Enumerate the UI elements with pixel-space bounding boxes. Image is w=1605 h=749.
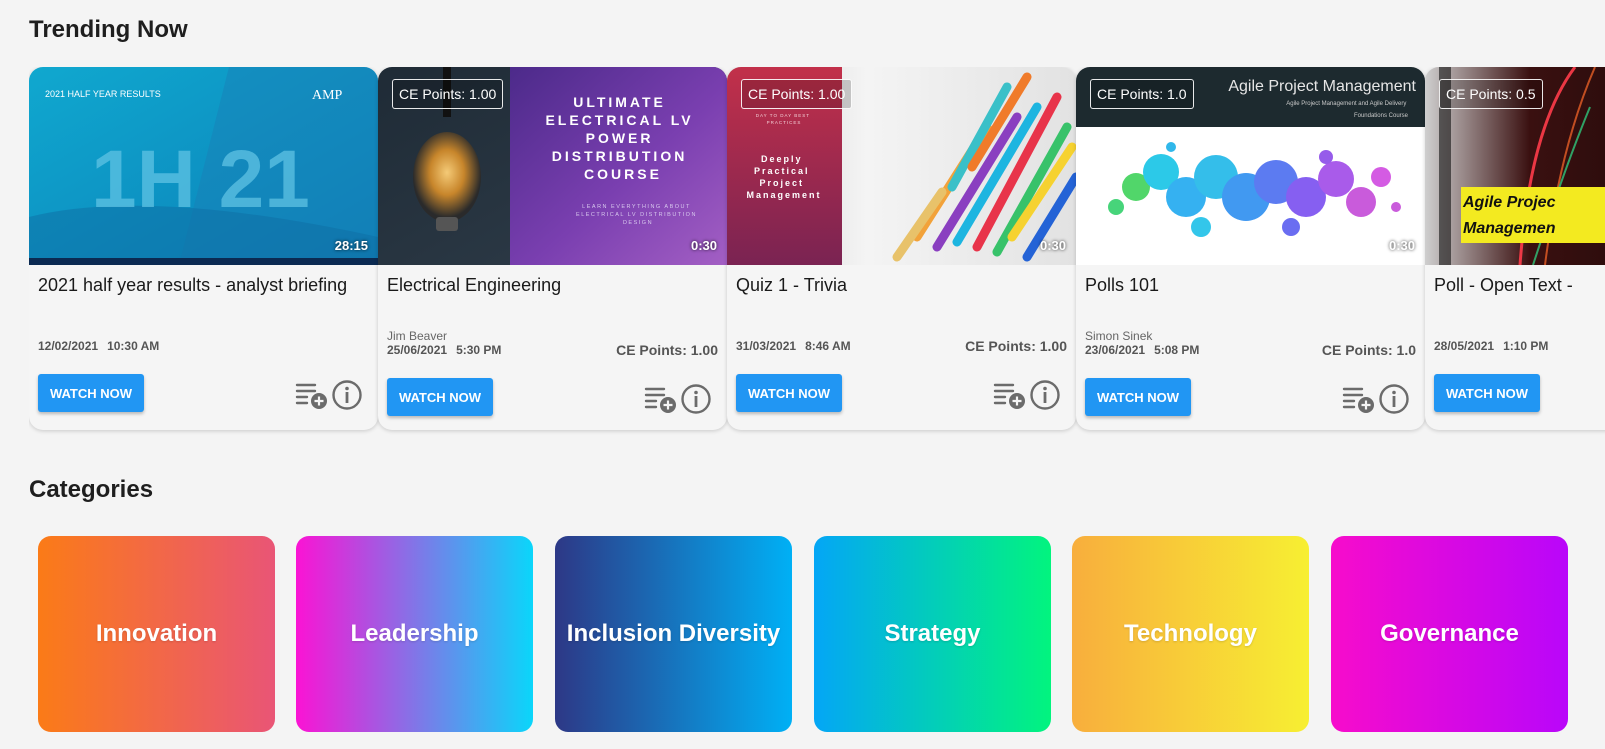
- categories-heading: Categories: [29, 476, 154, 503]
- thumbnail-headline-line: ELECTRICAL LV: [545, 112, 693, 128]
- video-title[interactable]: Electrical Engineering: [387, 275, 717, 296]
- thumbnail-headline: Agile Project Management: [1228, 78, 1416, 95]
- video-date: 31/03/2021 8:46 AM: [736, 339, 851, 353]
- video-title[interactable]: Poll - Open Text -: [1434, 275, 1605, 296]
- thumbnail-headline-line: POWER: [586, 130, 654, 146]
- category-technology[interactable]: Technology: [1072, 536, 1309, 732]
- thumbnail-subtitle-line: DESIGN: [623, 220, 653, 226]
- video-duration: 28:15: [334, 238, 368, 253]
- ce-points-value: CE Points: 1.00: [616, 342, 718, 358]
- ce-points-value: CE Points: 1.00: [965, 338, 1067, 354]
- thumbnail-headline-line: Practical: [754, 166, 810, 176]
- thumbnail-headline-line: Agile Projec: [1462, 194, 1556, 211]
- video-card[interactable]: ULTIMATE ELECTRICAL LV POWER DISTRIBUTIO…: [378, 67, 727, 430]
- watch-now-button[interactable]: WATCH NOW: [1085, 378, 1191, 416]
- info-icon[interactable]: [331, 379, 363, 411]
- video-duration: 0:30: [1039, 238, 1066, 253]
- video-thumbnail[interactable]: DAY TO DAY BEST PRACTICES Deeply Practic…: [727, 67, 1076, 265]
- ce-points-badge: CE Points: 1.0: [1090, 79, 1194, 109]
- thumbnail-headline-line: DISTRIBUTION: [552, 148, 688, 164]
- trending-now-heading: Trending Now: [29, 16, 188, 43]
- ce-points-value: CE Points: 1.0: [1321, 342, 1416, 358]
- ce-points-badge: CE Points: 1.00: [392, 79, 504, 109]
- video-card[interactable]: DAY TO DAY BEST PRACTICES Deeply Practic…: [727, 67, 1076, 430]
- video-duration: 0:30: [690, 238, 717, 253]
- video-date: 25/06/2021 5:30 PM: [387, 343, 502, 357]
- amp-logo: AMP: [312, 88, 343, 103]
- ce-points-badge: CE Points: 1.00: [741, 79, 853, 109]
- video-title[interactable]: Quiz 1 - Trivia: [736, 275, 1066, 296]
- video-duration: 0:30: [1388, 238, 1415, 253]
- thumbnail-headline-line: Deeply: [761, 154, 803, 164]
- thumbnail-headline-line: Project: [759, 178, 804, 188]
- category-governance[interactable]: Governance: [1331, 536, 1568, 732]
- category-leadership[interactable]: Leadership: [296, 536, 533, 732]
- thumbnail-headline-line: ULTIMATE: [573, 94, 666, 110]
- video-card[interactable]: Agile Projec Managemen CE Points: 0.5 Po…: [1425, 67, 1605, 430]
- category-inclusion-diversity[interactable]: Inclusion Diversity: [555, 536, 792, 732]
- video-thumbnail[interactable]: Agile Projec Managemen CE Points: 0.5: [1425, 67, 1605, 265]
- thumbnail-headline-line: COURSE: [584, 166, 662, 182]
- video-date: 23/06/2021 5:08 PM: [1085, 343, 1200, 357]
- info-icon[interactable]: [1378, 383, 1410, 415]
- thumbnail-subtitle-line: Foundations Course: [1354, 113, 1409, 119]
- thumbnail-small-line: DAY TO DAY BEST: [756, 113, 810, 118]
- video-thumbnail[interactable]: ULTIMATE ELECTRICAL LV POWER DISTRIBUTIO…: [378, 67, 727, 265]
- thumbnail-caption: 2021 HALF YEAR RESULTS: [45, 89, 161, 99]
- thumbnail-small-line: PRACTICES: [767, 120, 802, 125]
- thumbnail-subtitle-line: Agile Project Management and Agile Deliv…: [1286, 101, 1406, 107]
- info-icon[interactable]: [1029, 379, 1061, 411]
- watch-now-button[interactable]: WATCH NOW: [387, 378, 493, 416]
- presenter-name: Jim Beaver: [387, 329, 448, 343]
- info-icon[interactable]: [680, 383, 712, 415]
- category-innovation[interactable]: Innovation: [38, 536, 275, 732]
- video-thumbnail[interactable]: 2021 HALF YEAR RESULTS AMP 1H 21 28:15: [29, 67, 378, 265]
- add-to-playlist-icon[interactable]: [1342, 385, 1376, 415]
- video-thumbnail[interactable]: Agile Project Management Agile Project M…: [1076, 67, 1425, 265]
- add-to-playlist-icon[interactable]: [993, 381, 1027, 411]
- thumbnail-headline-line: Management: [746, 190, 821, 200]
- category-strategy[interactable]: Strategy: [814, 536, 1051, 732]
- thumbnail-subtitle-line: ELECTRICAL LV DISTRIBUTION: [576, 212, 697, 218]
- add-to-playlist-icon[interactable]: [644, 385, 678, 415]
- video-date: 12/02/2021 10:30 AM: [38, 339, 160, 353]
- watch-now-button[interactable]: WATCH NOW: [38, 374, 144, 412]
- video-date: 28/05/2021 1:10 PM: [1434, 339, 1549, 353]
- video-title[interactable]: 2021 half year results - analyst briefin…: [38, 275, 368, 296]
- video-title[interactable]: Polls 101: [1085, 275, 1415, 296]
- video-card[interactable]: 2021 HALF YEAR RESULTS AMP 1H 21 28:15 2…: [29, 67, 378, 430]
- thumbnail-headline: 1H 21: [91, 134, 310, 225]
- add-to-playlist-icon[interactable]: [295, 381, 329, 411]
- ce-points-badge: CE Points: 0.5: [1439, 79, 1543, 109]
- watch-now-button[interactable]: WATCH NOW: [736, 374, 842, 412]
- presenter-name: Simon Sinek: [1085, 329, 1153, 343]
- thumbnail-subtitle-line: LEARN EVERYTHING ABOUT: [582, 204, 691, 210]
- video-card[interactable]: Agile Project Management Agile Project M…: [1076, 67, 1425, 430]
- thumbnail-headline-line: Managemen: [1463, 220, 1556, 237]
- trending-carousel: 2021 HALF YEAR RESULTS AMP 1H 21 28:15 2…: [29, 67, 1605, 437]
- watch-now-button[interactable]: WATCH NOW: [1434, 374, 1540, 412]
